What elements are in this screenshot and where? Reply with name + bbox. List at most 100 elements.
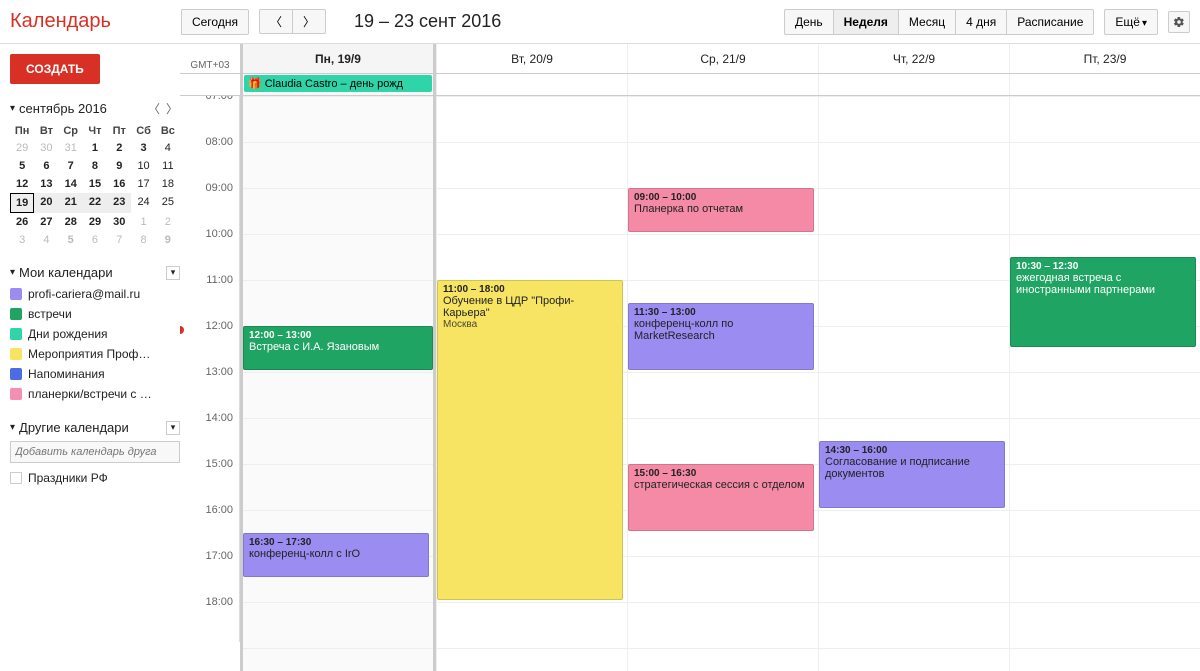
- collapse-icon[interactable]: ▾: [10, 267, 15, 278]
- prev-button[interactable]: 〈: [259, 9, 292, 34]
- other-calendars-menu[interactable]: ▾: [166, 421, 180, 435]
- settings-button[interactable]: [1168, 11, 1190, 33]
- event-title: конференц-колл с IrO: [249, 548, 423, 560]
- mini-day[interactable]: 5: [10, 157, 34, 175]
- mini-day[interactable]: 30: [34, 139, 58, 157]
- view-button-2[interactable]: Месяц: [898, 9, 955, 35]
- mini-day[interactable]: 23: [107, 193, 131, 213]
- view-button-3[interactable]: 4 дня: [955, 9, 1006, 35]
- calendar-event[interactable]: 11:00 – 18:00Обучение в ЦДР "Профи-Карье…: [437, 280, 623, 600]
- allday-cell[interactable]: [818, 74, 1009, 95]
- mini-day[interactable]: 21: [59, 193, 83, 213]
- create-button[interactable]: СОЗДАТЬ: [10, 54, 100, 84]
- mini-day[interactable]: 6: [83, 231, 107, 249]
- more-button[interactable]: Ещё▾: [1104, 9, 1158, 35]
- mini-day[interactable]: 14: [59, 175, 83, 193]
- mini-day[interactable]: 1: [83, 139, 107, 157]
- calendar-item[interactable]: Дни рождения: [10, 324, 180, 344]
- mini-day[interactable]: 12: [10, 175, 34, 193]
- calendar-item[interactable]: Мероприятия Проф…: [10, 344, 180, 364]
- day-header[interactable]: Пн, 19/9: [240, 44, 436, 73]
- add-calendar-input[interactable]: [10, 441, 180, 463]
- calendar-item[interactable]: Напоминания: [10, 364, 180, 384]
- event-title: Обучение в ЦДР "Профи-Карьера": [443, 295, 617, 319]
- allday-event[interactable]: 🎁Claudia Castro – день рожд: [244, 75, 432, 92]
- mini-day[interactable]: 11: [156, 157, 180, 175]
- day-column[interactable]: 11:00 – 18:00Обучение в ЦДР "Профи-Карье…: [436, 96, 627, 671]
- calendar-item[interactable]: profi-cariera@mail.ru: [10, 284, 180, 304]
- mini-day[interactable]: 5: [59, 231, 83, 249]
- calendar-item[interactable]: встречи: [10, 304, 180, 324]
- my-calendars-menu[interactable]: ▾: [166, 266, 180, 280]
- mini-day[interactable]: 10: [131, 157, 155, 175]
- mini-day[interactable]: 28: [59, 213, 83, 231]
- view-button-0[interactable]: День: [784, 9, 833, 35]
- mini-day[interactable]: 27: [34, 213, 58, 231]
- mini-day[interactable]: 29: [83, 213, 107, 231]
- day-header[interactable]: Вт, 20/9: [436, 44, 627, 73]
- app-logo[interactable]: Календарь: [10, 10, 111, 33]
- hour-label: 07:00: [180, 96, 240, 136]
- mini-day[interactable]: 30: [107, 213, 131, 231]
- mini-day[interactable]: 22: [83, 193, 107, 213]
- day-header[interactable]: Ср, 21/9: [627, 44, 818, 73]
- today-button[interactable]: Сегодня: [181, 9, 249, 35]
- mini-day[interactable]: 7: [107, 231, 131, 249]
- mini-day[interactable]: 6: [34, 157, 58, 175]
- mini-day[interactable]: 13: [34, 175, 58, 193]
- day-column[interactable]: 12:00 – 13:00Встреча с И.А. Язановым 16:3…: [240, 96, 436, 671]
- day-column[interactable]: 10:30 – 12:30ежегодная встреча с иностра…: [1009, 96, 1200, 671]
- calendar-event[interactable]: 10:30 – 12:30ежегодная встреча с иностра…: [1010, 257, 1196, 347]
- mini-day[interactable]: 4: [34, 231, 58, 249]
- mini-day[interactable]: 3: [10, 231, 34, 249]
- calendar-event[interactable]: 15:00 – 16:30стратегическая сессия с отд…: [628, 464, 814, 531]
- mini-day[interactable]: 18: [156, 175, 180, 193]
- day-header[interactable]: Чт, 22/9: [818, 44, 1009, 73]
- view-button-4[interactable]: Расписание: [1006, 9, 1094, 35]
- allday-cell[interactable]: [436, 74, 627, 95]
- calendar-event[interactable]: 11:30 – 13:00конференц-колл по MarketRes…: [628, 303, 814, 370]
- mini-day[interactable]: 25: [156, 193, 180, 213]
- mini-day[interactable]: 2: [107, 139, 131, 157]
- day-column[interactable]: 14:30 – 16:00Согласование и подписание д…: [818, 96, 1009, 671]
- collapse-icon[interactable]: ▾: [10, 422, 15, 433]
- collapse-icon[interactable]: ▾: [10, 103, 15, 114]
- mini-day[interactable]: 9: [107, 157, 131, 175]
- mini-day[interactable]: 26: [10, 213, 34, 231]
- mini-day[interactable]: 1: [131, 213, 155, 231]
- mini-day[interactable]: 20: [34, 193, 58, 213]
- calendar-color-icon: [10, 388, 22, 400]
- mini-prev-button[interactable]: 〈: [146, 100, 162, 117]
- mini-day[interactable]: 4: [156, 139, 180, 157]
- mini-day[interactable]: 24: [131, 193, 155, 213]
- hour-label: 18:00: [180, 596, 240, 642]
- event-title: ежегодная встреча с иностранными партнер…: [1016, 272, 1190, 296]
- mini-day[interactable]: 9: [156, 231, 180, 249]
- calendar-event[interactable]: 12:00 – 13:00Встреча с И.А. Язановым: [243, 326, 433, 370]
- mini-day[interactable]: 8: [131, 231, 155, 249]
- mini-day[interactable]: 29: [10, 139, 34, 157]
- mini-day[interactable]: 31: [59, 139, 83, 157]
- day-column[interactable]: 09:00 – 10:00Планерка по отчетам 11:30 – …: [627, 96, 818, 671]
- mini-day[interactable]: 17: [131, 175, 155, 193]
- next-button[interactable]: 〉: [292, 9, 326, 34]
- calendar-event[interactable]: 09:00 – 10:00Планерка по отчетам: [628, 188, 814, 232]
- allday-cell[interactable]: [1009, 74, 1200, 95]
- mini-day[interactable]: 3: [131, 139, 155, 157]
- mini-day[interactable]: 2: [156, 213, 180, 231]
- allday-cell[interactable]: 🎁Claudia Castro – день рожд: [240, 74, 436, 95]
- mini-day[interactable]: 8: [83, 157, 107, 175]
- calendar-item[interactable]: планерки/встречи с …: [10, 384, 180, 404]
- mini-day[interactable]: 16: [107, 175, 131, 193]
- day-header[interactable]: Пт, 23/9: [1009, 44, 1200, 73]
- allday-cell[interactable]: [627, 74, 818, 95]
- mini-day[interactable]: 15: [83, 175, 107, 193]
- hour-label: 15:00: [180, 458, 240, 504]
- view-button-1[interactable]: Неделя: [833, 9, 898, 35]
- mini-next-button[interactable]: 〉: [164, 100, 180, 117]
- mini-day[interactable]: 7: [59, 157, 83, 175]
- calendar-event[interactable]: 14:30 – 16:00Согласование и подписание д…: [819, 441, 1005, 508]
- holidays-calendar[interactable]: Праздники РФ: [10, 471, 180, 485]
- mini-day[interactable]: 19: [10, 193, 34, 213]
- calendar-event[interactable]: 16:30 – 17:30конференц-колл с IrO: [243, 533, 429, 577]
